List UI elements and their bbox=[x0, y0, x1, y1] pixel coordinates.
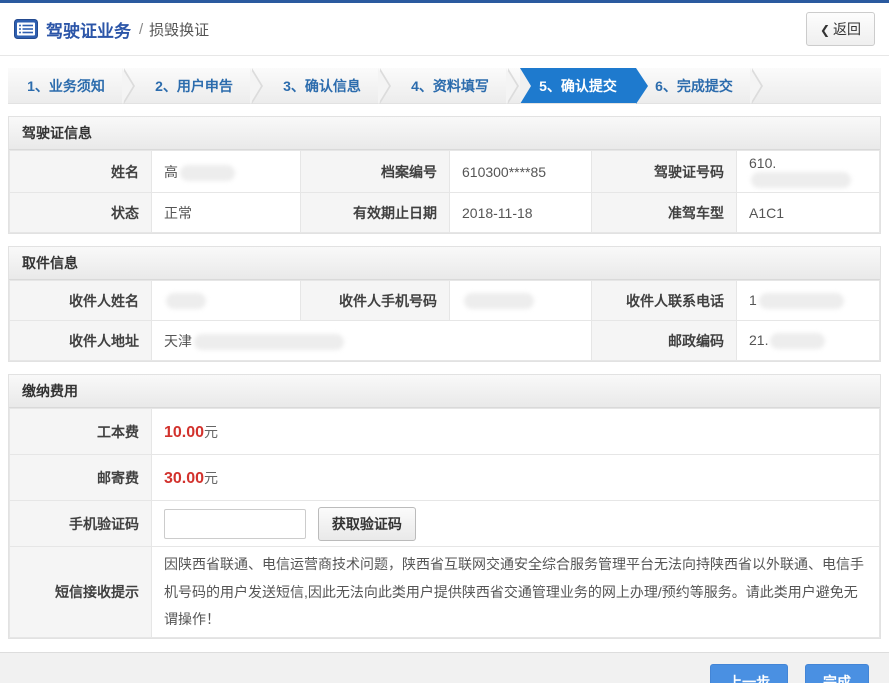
sms-notice-text: 因陕西省联通、电信运营商技术问题，陕西省互联网交通安全综合服务管理平台无法向持陕… bbox=[152, 547, 880, 638]
footer-action-bar: 上一步 完成 bbox=[0, 652, 889, 683]
back-button-label: 返回 bbox=[833, 21, 861, 37]
chevron-left-icon: ❮ bbox=[820, 23, 830, 37]
breadcrumb-current: 损毁换证 bbox=[149, 19, 209, 40]
finish-button[interactable]: 完成 bbox=[805, 664, 869, 683]
sms-code-cell: 获取验证码 bbox=[152, 501, 880, 547]
table-row: 状态 正常 有效期止日期 2018-11-18 准驾车型 A1C1 bbox=[10, 193, 880, 233]
redaction-blur bbox=[770, 333, 825, 349]
recipient-address-label: 收件人地址 bbox=[10, 321, 152, 361]
step-2-user-declaration[interactable]: 2、用户申告 bbox=[136, 68, 252, 103]
recipient-phone-label: 收件人联系电话 bbox=[592, 281, 737, 321]
breadcrumb-separator: / bbox=[139, 21, 143, 38]
expiry-date-value: 2018-11-18 bbox=[450, 193, 592, 233]
redaction-blur bbox=[180, 165, 235, 181]
zip-code-value: 21. bbox=[737, 321, 880, 361]
fees-table: 工本费 10.00元 邮寄费 30.00元 手机验证码 获取验证码 短信接收提示… bbox=[9, 408, 880, 638]
recipient-mobile-value bbox=[450, 281, 592, 321]
step-1-business-notice[interactable]: 1、业务须知 bbox=[8, 68, 124, 103]
production-fee-label: 工本费 bbox=[10, 409, 152, 455]
get-code-button[interactable]: 获取验证码 bbox=[318, 507, 416, 541]
redaction-blur bbox=[759, 293, 844, 309]
fees-section-title: 缴纳费用 bbox=[9, 375, 880, 408]
step-progress-bar: 1、业务须知 2、用户申告 3、确认信息 4、资料填写 5、确认提交 6、完成提… bbox=[8, 68, 881, 104]
table-row: 短信接收提示 因陕西省联通、电信运营商技术问题，陕西省互联网交通安全综合服务管理… bbox=[10, 547, 880, 638]
page-header: 驾驶证业务 / 损毁换证 ❮返回 bbox=[0, 3, 889, 56]
back-button[interactable]: ❮返回 bbox=[806, 12, 875, 46]
redaction-blur bbox=[464, 293, 534, 309]
page-title: 驾驶证业务 bbox=[46, 17, 131, 42]
license-business-icon bbox=[14, 19, 38, 39]
file-number-value: 610300****85 bbox=[450, 151, 592, 193]
postage-fee-label: 邮寄费 bbox=[10, 455, 152, 501]
step-6-complete-submit[interactable]: 6、完成提交 bbox=[636, 68, 752, 103]
recipient-mobile-label: 收件人手机号码 bbox=[301, 281, 450, 321]
table-row: 工本费 10.00元 bbox=[10, 409, 880, 455]
table-row: 收件人姓名 收件人手机号码 收件人联系电话 1 bbox=[10, 281, 880, 321]
pickup-section-title: 取件信息 bbox=[9, 247, 880, 280]
step-separator-chevron bbox=[380, 68, 392, 103]
step-bar-filler bbox=[764, 68, 881, 103]
sms-code-label: 手机验证码 bbox=[10, 501, 152, 547]
license-number-value: 610. bbox=[737, 151, 880, 193]
step-separator-chevron bbox=[252, 68, 264, 103]
expiry-date-label: 有效期止日期 bbox=[301, 193, 450, 233]
vehicle-class-label: 准驾车型 bbox=[592, 193, 737, 233]
license-info-section: 驾驶证信息 姓名 高 档案编号 610300****85 驾驶证号码 610. … bbox=[8, 116, 881, 234]
table-row: 手机验证码 获取验证码 bbox=[10, 501, 880, 547]
table-row: 收件人地址 天津 邮政编码 21. bbox=[10, 321, 880, 361]
status-label: 状态 bbox=[10, 193, 152, 233]
recipient-name-value bbox=[152, 281, 301, 321]
zip-code-label: 邮政编码 bbox=[592, 321, 737, 361]
table-row: 邮寄费 30.00元 bbox=[10, 455, 880, 501]
step-separator-chevron bbox=[124, 68, 136, 103]
prev-step-button[interactable]: 上一步 bbox=[710, 664, 788, 683]
step-3-confirm-info[interactable]: 3、确认信息 bbox=[264, 68, 380, 103]
sms-notice-label: 短信接收提示 bbox=[10, 547, 152, 638]
name-label: 姓名 bbox=[10, 151, 152, 193]
vehicle-class-value: A1C1 bbox=[737, 193, 880, 233]
recipient-address-value: 天津 bbox=[152, 321, 592, 361]
production-fee-value: 10.00元 bbox=[152, 409, 880, 455]
pickup-info-section: 取件信息 收件人姓名 收件人手机号码 收件人联系电话 1 收件人地址 天津 邮政… bbox=[8, 246, 881, 362]
pickup-info-table: 收件人姓名 收件人手机号码 收件人联系电话 1 收件人地址 天津 邮政编码 21… bbox=[9, 280, 880, 361]
step-separator-chevron bbox=[508, 68, 520, 103]
step-separator-chevron bbox=[752, 68, 764, 103]
recipient-phone-value: 1 bbox=[737, 281, 880, 321]
license-number-label: 驾驶证号码 bbox=[592, 151, 737, 193]
file-number-label: 档案编号 bbox=[301, 151, 450, 193]
redaction-blur bbox=[194, 334, 344, 350]
recipient-name-label: 收件人姓名 bbox=[10, 281, 152, 321]
sms-code-input[interactable] bbox=[164, 509, 306, 539]
redaction-blur bbox=[166, 293, 206, 309]
table-row: 姓名 高 档案编号 610300****85 驾驶证号码 610. bbox=[10, 151, 880, 193]
name-value: 高 bbox=[152, 151, 301, 193]
redaction-blur bbox=[751, 172, 851, 188]
license-info-table: 姓名 高 档案编号 610300****85 驾驶证号码 610. 状态 正常 … bbox=[9, 150, 880, 233]
step-4-fill-data[interactable]: 4、资料填写 bbox=[392, 68, 508, 103]
fees-section: 缴纳费用 工本费 10.00元 邮寄费 30.00元 手机验证码 获取验证码 短… bbox=[8, 374, 881, 639]
status-value: 正常 bbox=[152, 193, 301, 233]
postage-fee-value: 30.00元 bbox=[152, 455, 880, 501]
step-5-confirm-submit-active[interactable]: 5、确认提交 bbox=[520, 68, 636, 103]
license-section-title: 驾驶证信息 bbox=[9, 117, 880, 150]
